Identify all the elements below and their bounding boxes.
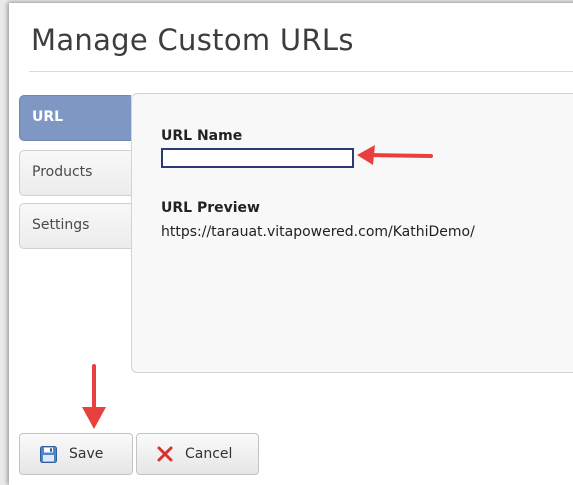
arrow-down-annotation-icon	[82, 364, 106, 429]
url-name-input[interactable]	[161, 148, 354, 168]
floppy-disk-icon	[40, 445, 57, 463]
title-divider	[29, 71, 573, 72]
url-preview-label: URL Preview	[161, 200, 260, 216]
tab-products-label: Products	[32, 164, 93, 180]
tab-settings[interactable]: Settings	[19, 203, 131, 249]
save-button[interactable]: Save	[19, 433, 133, 475]
tab-settings-label: Settings	[32, 217, 90, 233]
tab-url-label: URL	[32, 109, 64, 125]
cancel-button[interactable]: Cancel	[136, 433, 259, 475]
close-x-icon	[157, 446, 173, 462]
url-name-label: URL Name	[161, 128, 243, 144]
url-preview-value: https://tarauat.vitapowered.com/KathiDem…	[161, 224, 475, 240]
arrow-left-annotation-icon	[357, 145, 433, 165]
dialog-title: Manage Custom URLs	[31, 23, 354, 57]
save-button-label: Save	[69, 446, 104, 462]
tab-url[interactable]: URL	[19, 95, 131, 141]
tab-products[interactable]: Products	[19, 150, 131, 196]
cancel-button-label: Cancel	[185, 446, 233, 462]
